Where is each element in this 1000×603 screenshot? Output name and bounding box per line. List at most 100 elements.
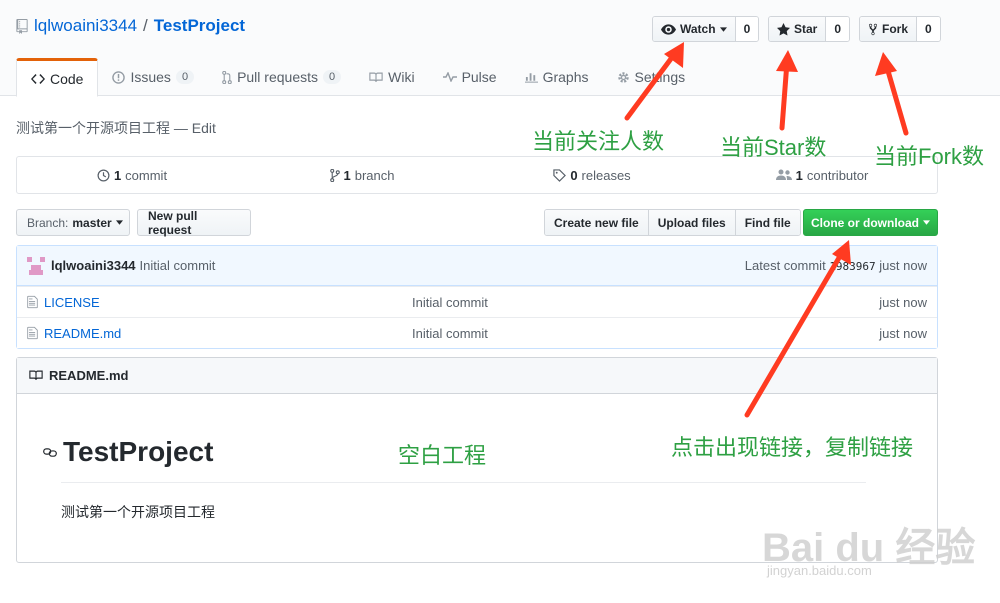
repo-icon	[16, 18, 28, 34]
repo-title: lqlwoaini3344 / TestProject	[16, 16, 245, 36]
table-row: LICENSE Initial commit just now	[17, 286, 937, 317]
branches-summary[interactable]: 1 branch	[247, 157, 477, 193]
tab-graphs[interactable]: Graphs	[511, 58, 603, 96]
readme-title: TestProject	[43, 436, 213, 468]
issue-icon	[112, 70, 126, 84]
tab-wiki-label: Wiki	[388, 69, 415, 85]
new-pull-request-button[interactable]: New pull request	[137, 209, 251, 237]
chevron-down-icon	[719, 26, 727, 32]
commit-message-link[interactable]: Initial commit	[140, 258, 216, 273]
file-icon	[27, 295, 38, 309]
history-icon	[97, 169, 110, 182]
code-icon	[31, 73, 45, 84]
commits-count: 1	[113, 167, 122, 183]
tab-pull-requests-label: Pull requests	[237, 69, 318, 85]
tab-pulse[interactable]: Pulse	[429, 58, 511, 96]
repo-name-link[interactable]: TestProject	[154, 16, 245, 36]
clone-or-download-button[interactable]: Clone or download	[803, 209, 938, 236]
file-name-link[interactable]: README.md	[44, 326, 121, 341]
gear-icon	[617, 71, 630, 84]
people-icon	[775, 169, 792, 181]
fork-button[interactable]: Fork	[860, 17, 917, 41]
file-icon	[27, 326, 38, 340]
branch-name: master	[72, 215, 112, 230]
repo-nav-tabs: Code Issues 0 Pull requests 0 Wiki Pulse…	[16, 58, 700, 97]
star-count[interactable]: 0	[825, 17, 850, 41]
star-icon	[777, 22, 790, 36]
create-new-file-button[interactable]: Create new file	[545, 210, 649, 235]
latest-commit-info: Latest commit 1983967 just now	[745, 258, 927, 273]
upload-files-button[interactable]: Upload files	[648, 210, 736, 235]
commit-author-link[interactable]: lqlwoaini3344	[51, 258, 136, 273]
fork-group: Fork 0	[859, 16, 941, 42]
annotation-fork: 当前Fork数	[874, 144, 985, 169]
file-age: just now	[879, 294, 927, 310]
latest-commit-age: just now	[879, 258, 927, 273]
find-file-button[interactable]: Find file	[735, 210, 800, 235]
fork-count[interactable]: 0	[916, 17, 940, 41]
fork-icon	[868, 23, 878, 36]
readme-title-text: TestProject	[63, 436, 214, 467]
tab-pulse-label: Pulse	[461, 69, 497, 85]
link-icon[interactable]	[43, 447, 57, 457]
issues-counter: 0	[175, 70, 195, 84]
tab-code-label: Code	[50, 70, 84, 87]
commits-summary[interactable]: 1 commit	[17, 157, 247, 193]
repo-description: 测试第一个开源项目工程 — Edit	[16, 120, 216, 136]
file-commit-message[interactable]: Initial commit	[412, 326, 488, 341]
avatar[interactable]	[27, 256, 45, 275]
file-actions-group: Create new file Upload files Find file	[544, 209, 801, 236]
watch-group: Watch 0	[652, 16, 760, 42]
eye-icon	[661, 23, 676, 35]
latest-commit-label: Latest commit	[744, 258, 826, 273]
book-icon	[29, 370, 43, 381]
tab-pull-requests[interactable]: Pull requests 0	[208, 58, 355, 96]
file-commit-message[interactable]: Initial commit	[412, 295, 488, 310]
branches-label: branch	[354, 167, 395, 183]
clone-label: Clone or download	[811, 215, 919, 230]
branch-icon	[329, 168, 340, 182]
watch-button[interactable]: Watch	[653, 17, 735, 41]
commits-label: commit	[125, 167, 168, 183]
table-row: README.md Initial commit just now	[17, 317, 937, 348]
pull-request-icon	[222, 70, 232, 84]
chevron-down-icon	[115, 220, 123, 225]
contributors-count: 1	[795, 167, 803, 183]
readme-divider	[61, 482, 866, 483]
star-label: Star	[794, 22, 818, 36]
annotation-watch: 当前关注人数	[532, 129, 665, 154]
releases-summary[interactable]: 0 releases	[477, 157, 707, 193]
repo-header: lqlwoaini3344 / TestProject Watch 0 Star…	[0, 0, 1000, 97]
repo-owner-link[interactable]: lqlwoaini3344	[34, 16, 137, 36]
repo-separator: /	[143, 16, 148, 35]
tab-settings[interactable]: Settings	[603, 58, 700, 96]
tab-wiki[interactable]: Wiki	[355, 58, 428, 96]
readme-header: README.md	[17, 358, 937, 394]
annotation-empty: 空白工程	[398, 443, 487, 468]
watch-label: Watch	[680, 22, 716, 36]
tab-issues[interactable]: Issues 0	[98, 58, 208, 96]
book-icon	[369, 72, 383, 83]
commit-sha-link[interactable]: 1983967	[829, 260, 875, 273]
graph-icon	[524, 71, 538, 83]
branch-select-button[interactable]: Branch: master	[16, 209, 130, 236]
file-name-link[interactable]: LICENSE	[44, 295, 100, 310]
releases-count: 0	[570, 167, 578, 183]
tab-code[interactable]: Code	[16, 58, 99, 97]
readme-filename: README.md	[49, 368, 129, 383]
file-list: lqlwoaini3344 Initial commit Latest comm…	[16, 245, 938, 349]
latest-commit-bar: lqlwoaini3344 Initial commit Latest comm…	[17, 246, 937, 286]
watermark-url: jingyan.baidu.com	[767, 563, 872, 578]
tag-icon	[553, 168, 567, 182]
branch-prefix: Branch:	[27, 215, 69, 230]
star-button[interactable]: Star	[769, 17, 826, 41]
tab-settings-label: Settings	[634, 69, 686, 85]
watch-count[interactable]: 0	[734, 17, 759, 41]
annotation-star: 当前Star数	[720, 135, 827, 160]
chevron-down-icon	[923, 220, 930, 225]
annotation-clone: 点击出现链接，复制链接	[671, 435, 914, 460]
baidu-watermark: Bai du 经验 jingyan.baidu.com	[762, 515, 975, 585]
readme-body: 测试第一个开源项目工程	[61, 504, 215, 520]
pulse-icon	[442, 72, 457, 82]
pull-requests-counter: 0	[323, 70, 342, 84]
